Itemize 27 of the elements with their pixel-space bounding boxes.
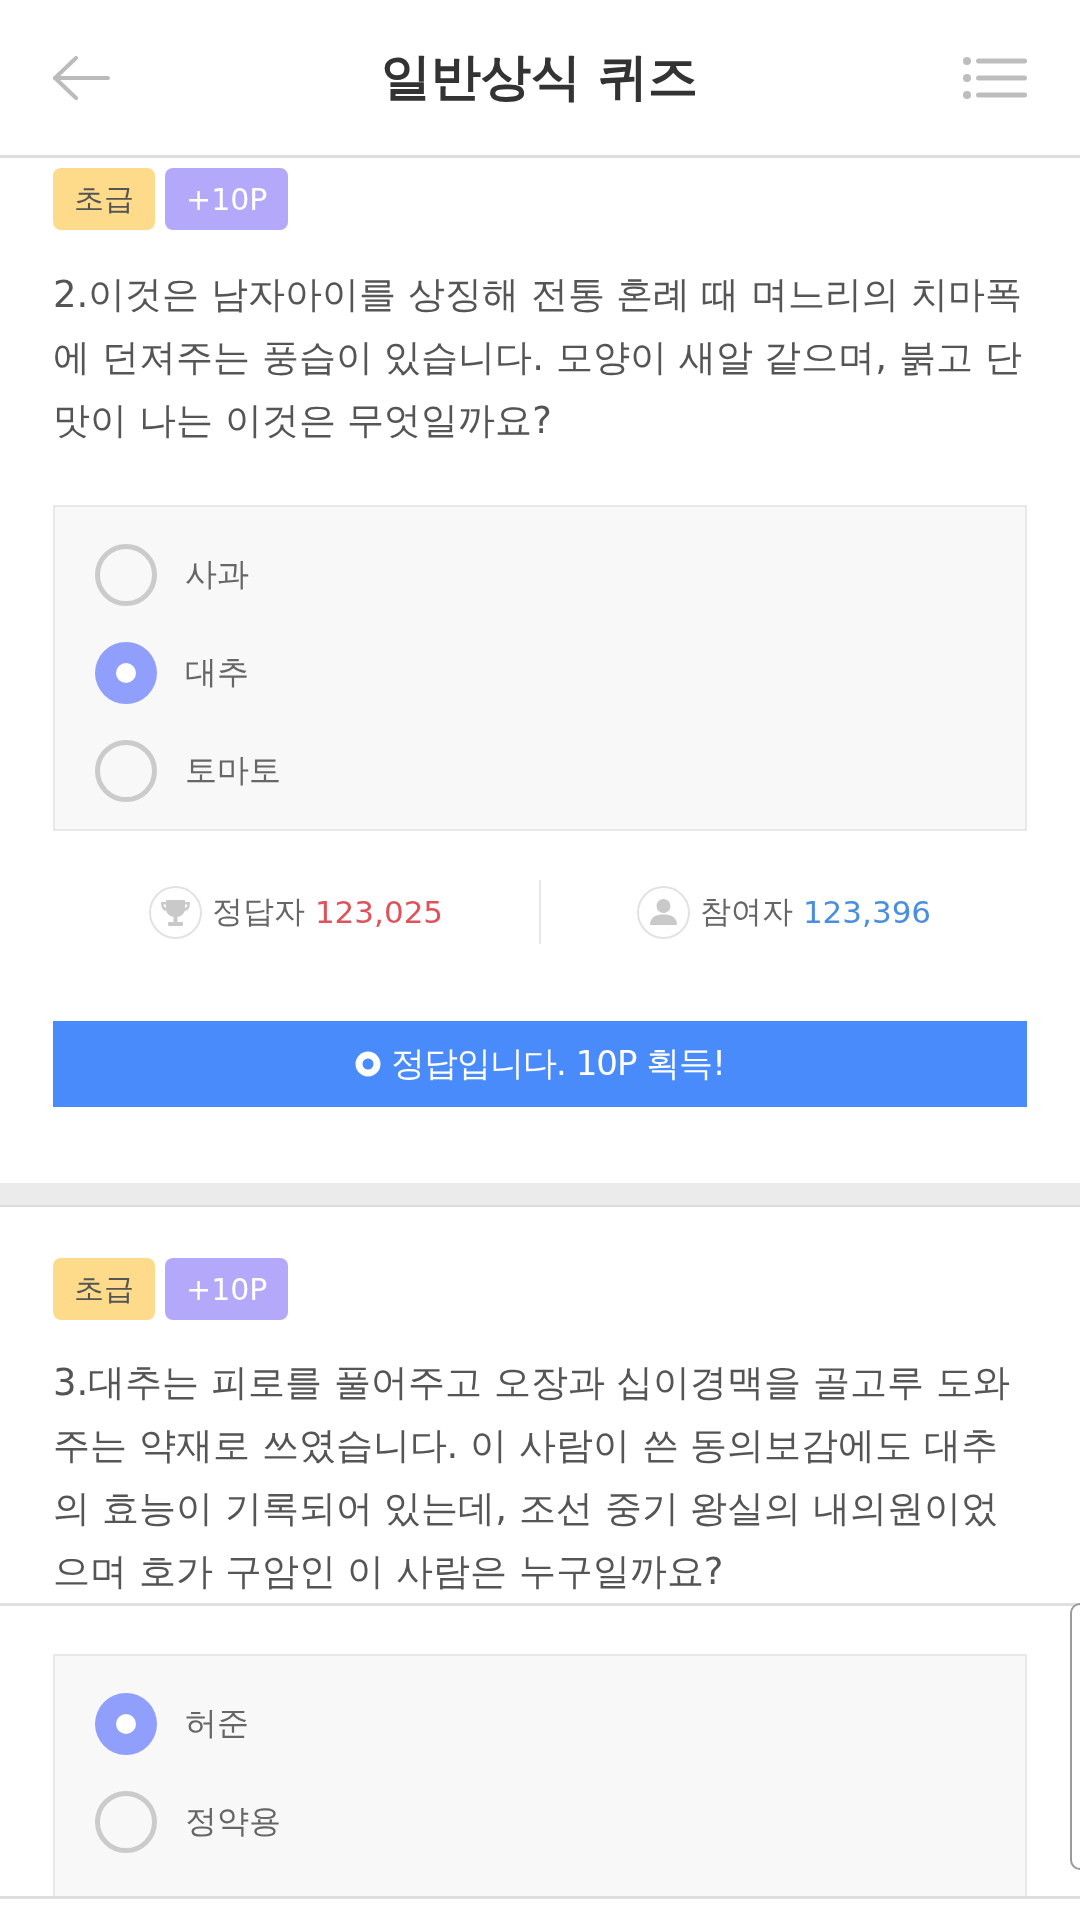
question-text: 3.대추는 피로를 풀어주고 오장과 십이경맥을 골고루 도와주는 약재로 쓰였습니다. 이 사람이 쓴 동의보감에도 대추의 효능이 기록되어 있는데, 조선 중기 왕실의 내의원이었으며 호가 구암인 이 사람은 누구일까요? (53, 1360, 1011, 1595)
radio-button[interactable] (95, 544, 157, 606)
stat-count: 123,025 (314, 894, 444, 930)
points-badge: +10P (165, 168, 289, 230)
trophy-icon (148, 885, 202, 939)
stat-label: 참여자 (699, 892, 793, 931)
stat-count: 123,396 (802, 894, 932, 930)
menu-button[interactable] (963, 56, 1027, 99)
person-icon (636, 885, 690, 939)
result-text: 정답입니다. 10P 획득! (391, 1042, 725, 1085)
question-text: 2.이것은 남자아이를 상징해 전통 혼례 때 며느리의 치마폭에 던져주는 풍습이 있습니다. 모양이 새알 같으며, 붉고 단맛이 나는 이것은 무엇일까요? (53, 272, 1023, 444)
level-badge: 초급 (53, 168, 155, 230)
ring-icon (355, 1051, 382, 1077)
option-label: 토마토 (185, 750, 281, 791)
option-label: 사과 (185, 554, 249, 595)
option-label: 정약용 (185, 1801, 281, 1842)
page-title: 일반상식 퀴즈 (380, 47, 699, 108)
list-menu-icon (963, 56, 1027, 99)
radio-button[interactable] (95, 740, 157, 802)
back-button[interactable] (52, 55, 110, 100)
option-label: 허준 (185, 1703, 249, 1744)
side-tab[interactable] (1070, 1603, 1080, 1870)
points-badge: +10P (165, 1258, 289, 1320)
stat-label: 정답자 (211, 892, 305, 931)
radio-button[interactable] (95, 1791, 157, 1853)
option-label: 대추 (185, 652, 249, 693)
level-badge: 초급 (53, 1258, 155, 1320)
